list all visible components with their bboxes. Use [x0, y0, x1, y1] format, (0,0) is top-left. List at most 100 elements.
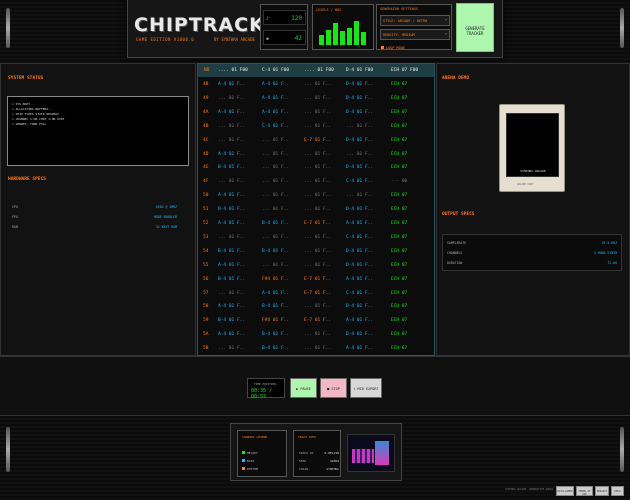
tracker-cell[interactable]: ... 01 F.. [304, 304, 331, 309]
tracker-cell[interactable]: ... 01 F.. [262, 179, 289, 184]
tracker-cell[interactable]: ... 01 F.. [218, 346, 245, 351]
tracker-cell[interactable]: ... 01 F.. [218, 179, 245, 184]
tracker-cell[interactable]: ... 01 F.. [262, 165, 289, 170]
tracker-cell[interactable]: ... 01 F.. [218, 124, 245, 129]
tracker-cell[interactable]: D-4 01 F.. [346, 82, 373, 87]
tracker-cell[interactable]: ECH 07 [391, 96, 407, 101]
tracker-cell[interactable]: ... 01 F.. [304, 152, 331, 157]
terms-link[interactable]: TERMS OF USE [576, 486, 593, 496]
pattern-tracker[interactable]: NO .... 01 F00 C-4 01 F00 .... 01 F00 D-… [197, 63, 435, 356]
style-select[interactable]: STYLE: ARCADE / RETRO ▾ [380, 15, 450, 26]
tracker-cell[interactable]: ... 01 F.. [262, 152, 289, 157]
tracker-cell[interactable]: B-4 01 F.. [218, 249, 245, 254]
tracker-cell[interactable]: ECH 07 [391, 249, 407, 254]
tracker-cell[interactable]: A-4 01 F.. [218, 304, 245, 309]
tracker-cell[interactable]: D-4 01 F.. [346, 332, 373, 337]
tracker-cell[interactable]: --- 00 [391, 179, 407, 184]
tracker-cell[interactable]: ... 01 F.. [262, 138, 289, 143]
tracker-cell[interactable]: B-4 01 F.. [262, 221, 289, 226]
tracker-cell[interactable]: F#4 01 F.. [262, 277, 289, 282]
tracker-cell[interactable]: D-4 01 F.. [346, 165, 373, 170]
tracker-cell[interactable]: E-7 01 F.. [304, 138, 331, 143]
tracker-cell[interactable]: A-4 01 F.. [346, 318, 373, 323]
tracker-cell[interactable]: ... 01 F.. [262, 193, 289, 198]
tracker-cell[interactable]: ... 01 F.. [304, 110, 331, 115]
tracker-cell[interactable]: D-4 01 F.. [346, 249, 373, 254]
tracker-cell[interactable]: ECH 07 [391, 291, 407, 296]
tracker-cell[interactable]: ... 01 F.. [346, 193, 373, 198]
tracker-cell[interactable]: ... 01 F.. [346, 124, 373, 129]
tracker-row[interactable]: 4A A-4 01 F.. A-4 01 F.. ... 01 F.. D-4 01 F… [198, 106, 434, 120]
tracker-cell[interactable]: ... 01 F.. [304, 249, 331, 254]
tracker-cell[interactable]: E-7 01 F.. [304, 221, 331, 226]
tracker-row[interactable]: 53 ... 01 F.. ... 01 F.. ... 01 F.. C-4 01 F… [198, 231, 434, 245]
tracker-cell[interactable]: A-4 01 F.. [346, 221, 373, 226]
tracker-cell[interactable]: E-7 01 F.. [304, 291, 331, 296]
tracker-cell[interactable]: ECH 07 [391, 277, 407, 282]
tracker-row[interactable]: 4D A-4 01 F.. ... 01 F.. ... 01 F.. ... 01 F… [198, 148, 434, 162]
tracker-cell[interactable]: D-4 01 F.. [346, 263, 373, 268]
tracker-cell[interactable]: D-4 01 F.. [346, 110, 373, 115]
tracker-cell[interactable]: ... 01 F.. [346, 152, 373, 157]
disclaimer-link[interactable]: DISCLAIMER [556, 486, 574, 496]
tracker-cell[interactable]: B-4 01 F.. [218, 318, 245, 323]
tracker-cell[interactable]: ... 01 F.. [304, 235, 331, 240]
tracker-cell[interactable]: ... 01 F.. [304, 96, 331, 101]
stop-button[interactable]: ■ STOP [320, 378, 347, 398]
tracker-cell[interactable]: A-4 01 F.. [218, 193, 245, 198]
tracker-cell[interactable]: A-4 01 F.. [218, 152, 245, 157]
tracker-row[interactable]: 52 A-4 01 F.. B-4 01 F.. E-7 01 F.. A-4 01 F… [198, 217, 434, 231]
tracker-cell[interactable]: ECH 07 [391, 332, 407, 337]
tracker-cell[interactable]: F#4 01 F.. [262, 318, 289, 323]
tracker-cell[interactable]: B-4 01 F.. [262, 346, 289, 351]
tracker-cell[interactable]: A-4 01 F.. [262, 96, 289, 101]
tracker-cell[interactable]: B-4 01 F.. [262, 304, 289, 309]
generate-button[interactable]: GENERATE TRACKER [456, 3, 494, 52]
tracker-cell[interactable]: ... 01 F.. [262, 207, 289, 212]
tracker-cell[interactable]: A-4 01 F.. [262, 82, 289, 87]
density-select[interactable]: DENSITY: MEDIUM ▾ [380, 29, 450, 40]
tracker-cell[interactable]: A-4 01 F.. [346, 277, 373, 282]
tracker-cell[interactable]: ... 01 F.. [304, 124, 331, 129]
tracker-row[interactable]: 58 A-4 01 F.. B-4 01 F.. ... 01 F.. D-4 01 F… [198, 300, 434, 314]
tracker-cell[interactable]: ... 01 F.. [218, 291, 245, 296]
tracker-cell[interactable]: B-4 01 F.. [262, 249, 289, 254]
tracker-cell[interactable]: ... 01 F.. [218, 235, 245, 240]
tracker-cell[interactable]: ECH 07 [391, 152, 407, 157]
tracker-row[interactable]: 4F ... 01 F.. ... 01 F.. ... 01 F.. C-4 01 F… [198, 175, 434, 189]
tracker-cell[interactable]: ... 01 F.. [304, 332, 331, 337]
tracker-cell[interactable]: ... 01 F.. [304, 193, 331, 198]
tracker-row[interactable]: 55 A-4 01 F.. ... 01 F.. ... 01 F.. D-4 01 F… [198, 259, 434, 273]
tracker-cell[interactable]: D-4 01 F.. [346, 304, 373, 309]
tracker-cell[interactable]: A-4 01 F.. [218, 82, 245, 87]
tracker-row[interactable]: 4E B-4 01 F.. ... 01 F.. ... 01 F.. D-4 01 F… [198, 161, 434, 175]
tracker-cell[interactable]: ... 01 F.. [304, 165, 331, 170]
tracker-cell[interactable]: ECH 07 [391, 235, 407, 240]
dmca-link[interactable]: DMCA [611, 486, 624, 496]
tracker-cell[interactable]: D-4 01 F.. [346, 138, 373, 143]
tracker-cell[interactable]: ECH 07 [391, 346, 407, 351]
tracker-cell[interactable]: B-4 01 F.. [218, 277, 245, 282]
tracker-cell[interactable]: ... 01 F.. [304, 346, 331, 351]
loop-checkbox[interactable]: LOOP MODE [381, 46, 405, 50]
tracker-cell[interactable]: ECH 07 [391, 124, 407, 129]
tracker-cell[interactable]: A-4 01 F.. [218, 110, 245, 115]
tracker-cell[interactable]: ... 01 F.. [218, 138, 245, 143]
tracker-cell[interactable]: ECH 07 [391, 304, 407, 309]
tracker-cell[interactable]: ... 01 F.. [304, 263, 331, 268]
tracker-cell[interactable]: E-7 01 F.. [304, 318, 331, 323]
tracker-cell[interactable]: A-4 01 F.. [262, 110, 289, 115]
tracker-cell[interactable]: ... 01 F.. [218, 96, 245, 101]
tracker-row[interactable]: 59 B-4 01 F.. F#4 01 F.. E-7 01 F.. A-4 01 F… [198, 314, 434, 328]
tracker-cell[interactable]: C-4 01 F.. [346, 235, 373, 240]
arcade-cabinet[interactable]: SYNTHRA ARCADE ARCADE UNIT [499, 104, 565, 192]
tracker-cell[interactable]: E-7 01 F.. [304, 277, 331, 282]
tracker-cell[interactable]: ECH 07 [391, 318, 407, 323]
tracker-cell[interactable]: ECH 07 [391, 221, 407, 226]
tracker-cell[interactable]: D-4 01 F.. [346, 96, 373, 101]
tracker-row[interactable]: 4C ... 01 F.. ... 01 F.. E-7 01 F.. D-4 01 F… [198, 134, 434, 148]
tracker-cell[interactable]: ... 01 F.. [262, 263, 289, 268]
tracker-row[interactable]: 50 A-4 01 F.. ... 01 F.. ... 01 F.. ... 01 F… [198, 189, 434, 203]
tracker-cell[interactable]: A-4 01 F.. [346, 346, 373, 351]
tracker-row[interactable]: 5B ... 01 F.. B-4 01 F.. ... 01 F.. A-4 01 F… [198, 342, 434, 356]
